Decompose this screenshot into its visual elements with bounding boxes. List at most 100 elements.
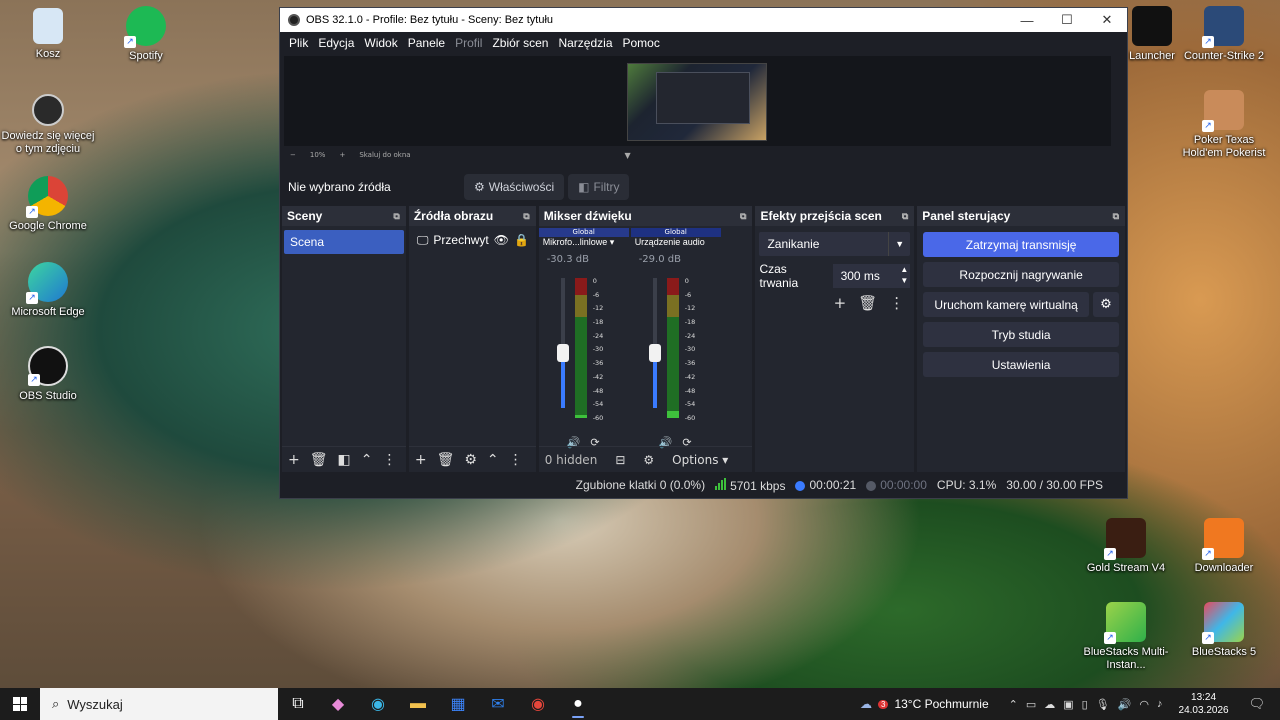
desktop-icon-recycle-bin[interactable]: Kosz (0, 8, 96, 61)
trash-icon[interactable]: 🗑 (437, 452, 455, 468)
start-recording-button[interactable]: Rozpocznij nagrywanie (923, 262, 1119, 287)
title-bar[interactable]: OBS 32.1.0 - Profile: Bez tytułu - Sceny… (280, 8, 1127, 32)
zoom-fit-select[interactable]: Skaluj do okna (359, 151, 410, 159)
settings-icon[interactable]: ⚙ (643, 453, 654, 467)
weather-widget[interactable]: ☁ 3 13°C Pochmurnie (860, 697, 989, 711)
trash-icon[interactable]: 🗑 (310, 452, 328, 468)
filter-icon[interactable]: ◧ (338, 452, 351, 468)
volume-slider[interactable] (648, 278, 661, 408)
chevron-up-icon[interactable]: ⌃ (487, 452, 499, 468)
docks-area: Sceny ⧉ Scena + 🗑 ◧ ⌃ ⋮ Źródła obrazu ⧉ … (280, 206, 1127, 472)
desktop-icon-learn-more[interactable]: Dowiedz się więcej o tym zdjęciu (0, 94, 96, 156)
channel-name[interactable]: Urządzenie audio (631, 237, 721, 251)
menu-profile[interactable]: Profil (450, 36, 487, 50)
menu-scene-collection[interactable]: Zbiór scen (487, 36, 553, 50)
studio-mode-button[interactable]: Tryb studia (923, 322, 1119, 347)
battery-icon[interactable]: ▭ (1026, 698, 1036, 711)
desktop-icon-poker[interactable]: ↗ Poker Texas Hold'em Pokerist (1176, 90, 1272, 160)
desktop-icon-obs[interactable]: ↗ OBS Studio (0, 346, 96, 403)
weather-text: 13°C Pochmurnie (894, 697, 989, 711)
volume-slider[interactable] (556, 278, 569, 408)
file-explorer-icon[interactable]: ▬ (398, 688, 438, 720)
more-icon[interactable]: ⋮ (509, 452, 523, 468)
duration-input[interactable]: 300 ms ▲ ▼ (832, 264, 911, 288)
scale-tick: -6 (592, 290, 600, 299)
layout-icon[interactable]: ⊟ (615, 453, 625, 467)
desktop-icon-counter-strike[interactable]: ↗ Counter-Strike 2 (1176, 6, 1272, 63)
add-icon[interactable]: + (415, 452, 427, 468)
more-icon[interactable]: ⋮ (889, 294, 904, 312)
mic-icon[interactable]: 🎙 (1096, 698, 1110, 711)
stop-streaming-button[interactable]: Zatrzymaj transmisję (923, 232, 1119, 257)
outlook-icon[interactable]: ✉ (478, 688, 518, 720)
desktop-icon-bluestacks5[interactable]: ↗ BlueStacks 5 (1176, 602, 1272, 659)
search-box[interactable]: ⌕ Wyszukaj (40, 688, 278, 720)
desktop-icon-downloader[interactable]: ↗ Downloader (1176, 518, 1272, 575)
menu-edit[interactable]: Edycja (313, 36, 359, 50)
volume-knob[interactable] (648, 344, 661, 363)
undock-icon[interactable]: ⧉ (523, 211, 529, 222)
menu-view[interactable]: Widok (359, 36, 402, 50)
onedrive-icon[interactable]: ☁ (1044, 698, 1055, 711)
wifi-icon[interactable]: ◠ (1139, 698, 1149, 711)
maximize-button[interactable]: ☐ (1047, 8, 1087, 32)
desktop-icon-edge[interactable]: ↗ Microsoft Edge (0, 262, 96, 319)
source-item[interactable]: 🖵 Przechwyt 👁 🔒 (411, 230, 534, 250)
trash-icon[interactable]: 🗑 (858, 294, 877, 312)
gold-stream-icon: ↗ (1104, 518, 1146, 560)
properties-button[interactable]: ⚙ Właściwości (464, 174, 565, 200)
preview-canvas[interactable] (284, 56, 1111, 146)
notification-icon[interactable]: 🗨 (1249, 696, 1266, 712)
start-virtual-cam-button[interactable]: Uruchom kamerę wirtualną (923, 292, 1089, 317)
volume-icon[interactable]: ♪ (1157, 698, 1163, 711)
gear-icon[interactable]: ⚙ (1093, 292, 1119, 317)
chrome-taskbar-icon[interactable]: ◉ (518, 688, 558, 720)
copilot-icon[interactable]: ◆ (318, 688, 358, 720)
add-icon[interactable]: + (288, 452, 300, 468)
undock-icon[interactable]: ⧉ (393, 211, 399, 222)
add-icon[interactable]: + (834, 294, 847, 312)
more-icon[interactable]: ⋮ (382, 452, 396, 468)
chevron-down-icon[interactable]: ▼ (888, 232, 910, 256)
volume-knob[interactable] (556, 344, 569, 363)
clipboard-icon[interactable]: ▣ (1063, 698, 1073, 711)
start-button[interactable] (0, 688, 40, 720)
edge-taskbar-icon[interactable]: ◉ (358, 688, 398, 720)
filters-button[interactable]: ◧ Filtry (568, 174, 630, 200)
eye-icon[interactable]: 👁 (494, 233, 509, 247)
clock[interactable]: 13:24 24.03.2026 (1179, 691, 1229, 717)
desktop-icon-chrome[interactable]: ↗ Google Chrome (0, 176, 96, 233)
phone-icon[interactable]: ▯ (1082, 698, 1088, 711)
desktop-icon-gold-stream[interactable]: ↗ Gold Stream V4 (1078, 518, 1174, 575)
desktop-icon-bluestacks-multi[interactable]: ↗ BlueStacks Multi-Instan... (1078, 602, 1174, 672)
menu-tools[interactable]: Narzędzia (553, 36, 617, 50)
channel-name[interactable]: Mikrofo...linlowe ▾ (539, 237, 629, 251)
zoom-in-button[interactable]: + (339, 151, 345, 159)
transition-select[interactable]: Zanikanie ▼ (759, 232, 911, 256)
undock-icon[interactable]: ⧉ (740, 211, 746, 222)
chevron-down-icon[interactable]: ▼ (625, 151, 631, 160)
zoom-out-button[interactable]: − (290, 151, 296, 159)
obs-taskbar-icon[interactable]: ● (558, 688, 598, 720)
menu-docks[interactable]: Panele (403, 36, 450, 50)
settings-button[interactable]: Ustawienia (923, 352, 1119, 377)
menu-help[interactable]: Pomoc (618, 36, 665, 50)
lock-icon[interactable]: 🔒 (514, 233, 529, 247)
scale-tick: -42 (684, 372, 696, 381)
scene-item[interactable]: Scena (284, 230, 404, 254)
close-button[interactable]: ✕ (1087, 8, 1127, 32)
properties-label: Właściwości (488, 180, 555, 194)
store-icon[interactable]: ▦ (438, 688, 478, 720)
chevron-up-icon[interactable]: ⌃ (1009, 698, 1018, 711)
options-button[interactable]: Options ▾ (672, 453, 728, 467)
spinner-icon[interactable]: ▲ ▼ (900, 264, 908, 286)
desktop-icon-spotify[interactable]: ↗ Spotify (98, 6, 194, 63)
menu-file[interactable]: Plik (284, 36, 313, 50)
undock-icon[interactable]: ⧉ (902, 211, 908, 222)
minimize-button[interactable]: — (1007, 8, 1047, 32)
speaker-icon[interactable]: 🔊 (1118, 698, 1132, 711)
chevron-up-icon[interactable]: ⌃ (361, 452, 373, 468)
undock-icon[interactable]: ⧉ (1113, 211, 1119, 222)
task-view-icon[interactable]: ⧉ (278, 688, 318, 720)
gear-icon[interactable]: ⚙ (464, 452, 477, 468)
